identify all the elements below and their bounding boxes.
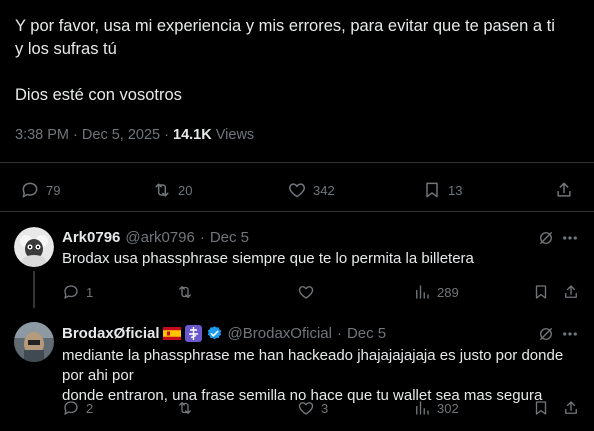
tweet-meta: 3:38 PM · Dec 5, 2025 · 14.1K Views — [15, 127, 254, 143]
grok-button[interactable] — [537, 325, 555, 348]
share-icon — [557, 182, 571, 197]
bookmark-count: 13 — [448, 182, 463, 198]
retweet-count: 20 — [178, 182, 193, 198]
retweet-button[interactable] — [176, 283, 194, 301]
more-button[interactable] — [561, 325, 579, 348]
reply-text-line: mediante la phassphrase me han hackeado … — [62, 347, 564, 384]
bookmark-button[interactable] — [532, 283, 550, 301]
separator: · — [199, 229, 205, 246]
heart-icon — [298, 286, 314, 299]
handle[interactable]: @ark0796 — [125, 229, 194, 246]
separator: · — [164, 127, 169, 143]
reply-button[interactable]: 2 — [62, 399, 93, 417]
share-icon — [565, 401, 577, 414]
display-name[interactable]: BrodaxØficial — [62, 325, 160, 342]
bookmark-icon — [535, 401, 547, 415]
heart-icon — [288, 183, 306, 198]
reply-date[interactable]: Dec 5 — [210, 229, 249, 246]
tweet-text-line: Y por favor, usa mi experiencia y mis er… — [15, 17, 555, 35]
views-icon — [416, 285, 429, 299]
handle[interactable]: @BrodaxOficial — [228, 325, 332, 342]
reply-icon — [22, 182, 38, 198]
views-button[interactable]: 289 — [413, 283, 459, 301]
more-button[interactable] — [561, 229, 579, 252]
retweet-icon — [155, 183, 169, 197]
reply-header: Ark0796 @ark0796 · Dec 5 — [62, 229, 249, 246]
like-count: 342 — [313, 182, 335, 198]
tweet-time[interactable]: 3:38 PM — [15, 127, 69, 143]
display-name[interactable]: Ark0796 — [62, 229, 120, 246]
heart-icon — [298, 402, 314, 415]
separator: · — [336, 325, 342, 342]
reply-button[interactable]: 1 — [62, 283, 93, 301]
thread-line — [33, 271, 35, 308]
avatar[interactable] — [14, 227, 54, 267]
reply-date[interactable]: Dec 5 — [347, 325, 386, 342]
reply-icon — [64, 285, 78, 299]
bookmark-icon — [535, 285, 547, 299]
share-icon — [565, 285, 577, 298]
retweet-button[interactable] — [176, 399, 194, 417]
divider — [0, 162, 594, 163]
like-button[interactable]: 3 — [297, 399, 328, 417]
spain-flag-icon — [162, 327, 181, 340]
retweet-icon — [179, 286, 191, 298]
cross-badge-icon — [184, 325, 202, 342]
divider — [0, 211, 594, 212]
tweet-text: Y por favor, usa mi experiencia y mis er… — [15, 15, 585, 107]
reply-count: 1 — [86, 284, 94, 300]
more-icon — [563, 332, 577, 336]
reply-header: BrodaxØficial @BrodaxOficial · Dec 5 — [62, 325, 386, 342]
bookmark-button[interactable]: 13 — [422, 180, 462, 200]
grok-icon — [540, 232, 552, 244]
reply-count: 2 — [86, 400, 94, 416]
share-button[interactable] — [554, 180, 574, 200]
views-button[interactable]: 302 — [413, 399, 459, 417]
reply-button[interactable]: 79 — [20, 180, 60, 200]
retweet-icon — [179, 402, 191, 414]
grok-button[interactable] — [537, 229, 555, 252]
tweet-date[interactable]: Dec 5, 2025 — [82, 127, 160, 143]
tweet-text-line: Dios esté con vosotros — [15, 86, 182, 104]
reply-icon — [64, 401, 78, 415]
verified-badge-icon — [207, 326, 221, 340]
more-icon — [563, 236, 577, 240]
share-button[interactable] — [562, 399, 580, 417]
like-button[interactable]: 342 — [287, 180, 335, 200]
avatar[interactable] — [14, 322, 54, 362]
separator: · — [73, 127, 78, 143]
reply-text: Brodax usa phassphrase siempre que te lo… — [62, 250, 474, 267]
views-label: Views — [215, 127, 255, 143]
views-count: 289 — [437, 284, 459, 300]
tweet-text-line: y los sufras tú — [15, 40, 117, 58]
views-count: 302 — [437, 400, 459, 416]
like-count: 3 — [321, 400, 329, 416]
like-button[interactable] — [297, 283, 315, 301]
reply-count: 79 — [46, 182, 61, 198]
views-count: 14.1K — [173, 127, 212, 143]
bookmark-icon — [426, 182, 438, 198]
grok-icon — [540, 328, 552, 340]
share-button[interactable] — [562, 283, 580, 301]
reply-text: mediante la phassphrase me han hackeado … — [62, 346, 587, 406]
bookmark-button[interactable] — [532, 399, 550, 417]
views-icon — [416, 401, 429, 415]
retweet-button[interactable]: 20 — [152, 180, 192, 200]
